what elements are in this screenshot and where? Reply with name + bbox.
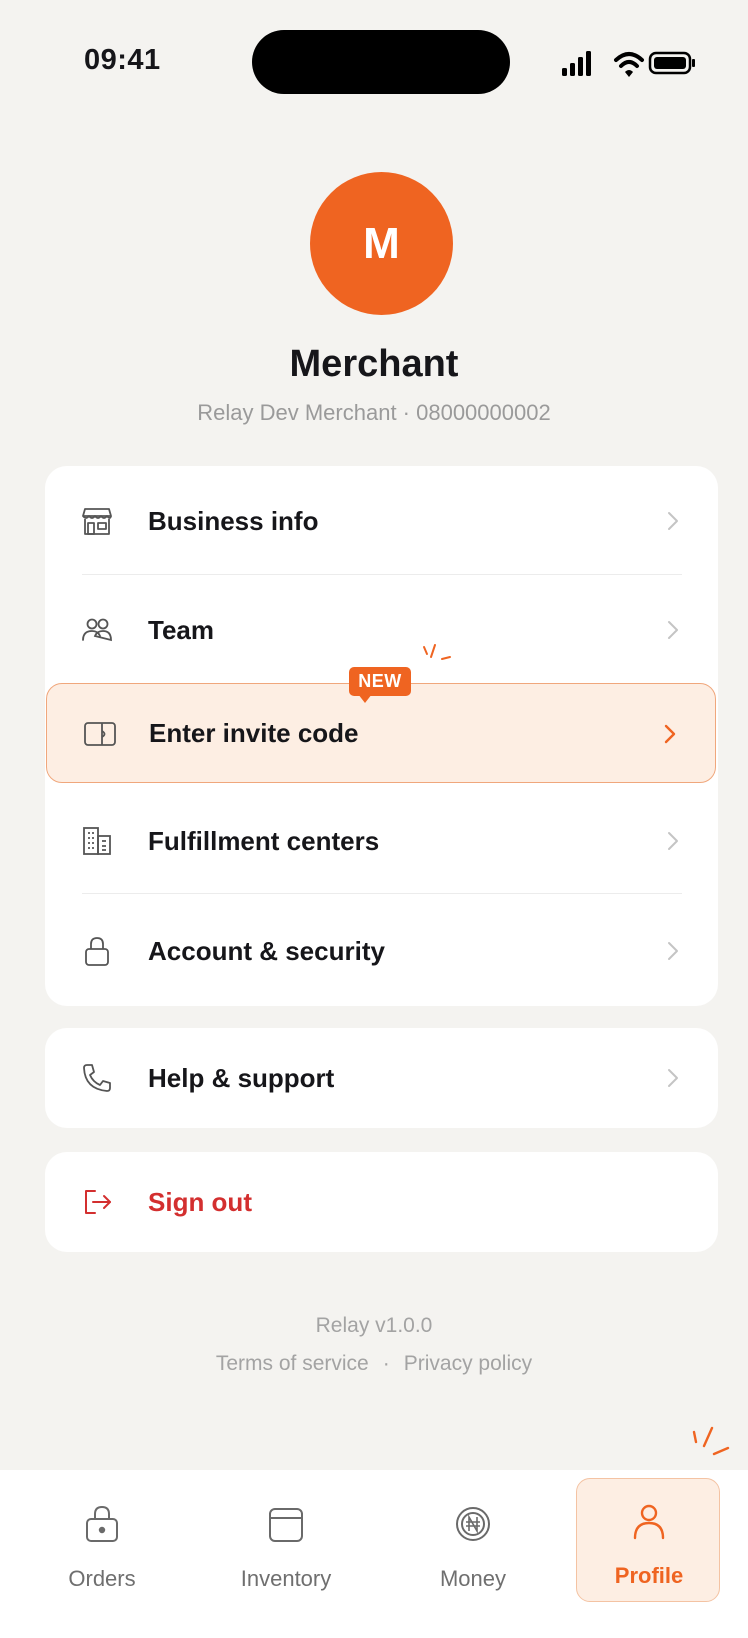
tab-bar: Orders Inventory Money Profile bbox=[0, 1470, 748, 1638]
menu-item-label: Business info bbox=[148, 505, 319, 536]
avatar[interactable]: M bbox=[310, 172, 453, 315]
privacy-link[interactable]: Privacy policy bbox=[404, 1352, 532, 1376]
building-icon bbox=[83, 827, 111, 855]
status-icons bbox=[562, 51, 695, 77]
divider bbox=[82, 574, 682, 575]
menu-item-label: Team bbox=[148, 614, 214, 645]
tab-orders[interactable]: Orders bbox=[32, 1486, 172, 1606]
chevron-right-icon bbox=[664, 724, 676, 744]
lock-icon bbox=[85, 937, 109, 966]
menu-item-label: Account & security bbox=[148, 935, 385, 966]
page-title: Merchant bbox=[289, 343, 459, 385]
terms-link[interactable]: Terms of service bbox=[216, 1352, 369, 1376]
wifi-icon bbox=[614, 52, 644, 77]
tab-label: Inventory bbox=[240, 1566, 332, 1591]
status-time: 09:41 bbox=[84, 44, 161, 76]
sign-out-label: Sign out bbox=[148, 1186, 252, 1217]
footer-links: Terms of service · Privacy policy bbox=[0, 1352, 748, 1376]
status-bar: 09:41 bbox=[0, 0, 748, 110]
battery-icon bbox=[648, 51, 695, 75]
footer-separator: · bbox=[382, 1352, 390, 1375]
tab-profile[interactable]: Profile bbox=[576, 1478, 720, 1602]
menu-item-label: Help & support bbox=[148, 1062, 335, 1093]
lock-bag-icon bbox=[86, 1506, 118, 1542]
phone-icon bbox=[83, 1064, 111, 1092]
signal-icon bbox=[562, 51, 591, 76]
divider bbox=[82, 893, 682, 894]
menu-item-business-info[interactable]: Business info bbox=[45, 471, 718, 571]
menu-item-account-security[interactable]: Account & security bbox=[45, 901, 718, 1001]
chevron-right-icon bbox=[668, 942, 678, 960]
box-icon bbox=[269, 1508, 303, 1542]
logout-icon bbox=[85, 1190, 111, 1214]
app-version: Relay v1.0.0 bbox=[315, 1314, 433, 1337]
menu-item-label: Fulfillment centers bbox=[148, 825, 380, 856]
chevron-right-icon bbox=[668, 621, 678, 639]
signout-card: Sign out bbox=[45, 1152, 718, 1252]
sparkle-icon bbox=[423, 644, 451, 660]
menu-item-team[interactable]: Team bbox=[45, 580, 718, 680]
help-card: Help & support bbox=[45, 1028, 718, 1128]
person-icon bbox=[633, 1504, 665, 1540]
merchant-subtitle: Relay Dev Merchant · 08000000002 bbox=[197, 400, 551, 425]
storefront-icon bbox=[82, 508, 112, 535]
sign-out-button[interactable]: Sign out bbox=[45, 1152, 718, 1252]
tab-label: Money bbox=[439, 1566, 507, 1591]
chevron-right-icon bbox=[668, 1069, 678, 1087]
ticket-icon bbox=[84, 722, 116, 746]
sparkle-icon bbox=[692, 1426, 730, 1456]
tab-money[interactable]: Money bbox=[403, 1486, 543, 1606]
menu-item-fulfillment-centers[interactable]: Fulfillment centers bbox=[45, 791, 718, 891]
chevron-right-icon bbox=[668, 512, 678, 530]
tab-label: Orders bbox=[68, 1566, 136, 1591]
new-badge-pointer bbox=[358, 694, 372, 703]
new-badge: NEW bbox=[349, 667, 411, 696]
chevron-right-icon bbox=[668, 832, 678, 850]
menu-item-help-support[interactable]: Help & support bbox=[45, 1028, 718, 1128]
dynamic-island bbox=[252, 30, 510, 94]
tab-inventory[interactable]: Inventory bbox=[216, 1486, 356, 1606]
menu-item-enter-invite-code[interactable]: Enter invite code bbox=[46, 683, 716, 783]
tab-label: Profile bbox=[614, 1563, 684, 1588]
menu-item-label: Enter invite code bbox=[149, 718, 359, 748]
team-icon bbox=[82, 618, 112, 642]
naira-coin-icon bbox=[456, 1507, 490, 1541]
